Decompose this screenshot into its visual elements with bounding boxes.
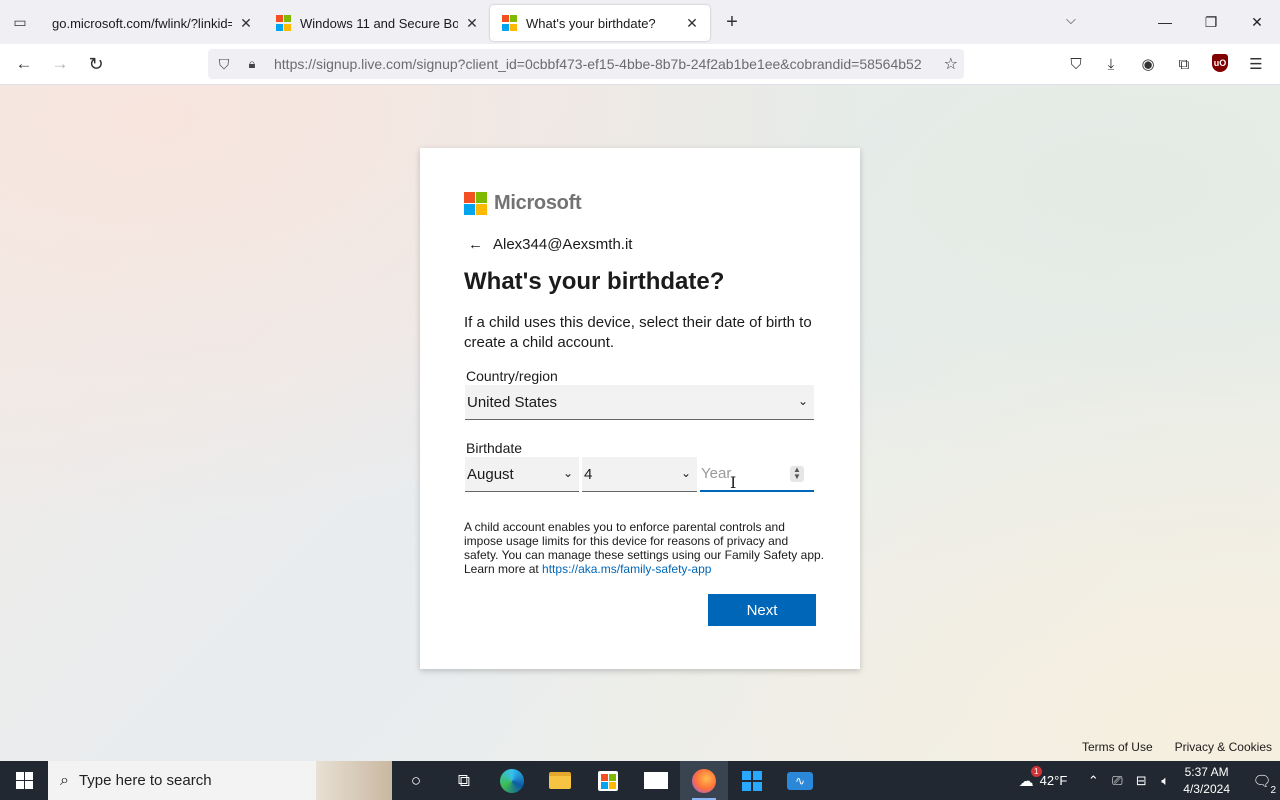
clock-time: 5:37 AM	[1184, 764, 1229, 779]
reload-icon[interactable]: ↻	[84, 52, 108, 76]
url-text[interactable]: https://signup.live.com/signup?client_id…	[274, 56, 928, 72]
country-label: Country/region	[466, 368, 558, 384]
close-window-icon[interactable]: ✕	[1234, 0, 1280, 44]
close-tab-icon[interactable]: ✕	[238, 15, 254, 32]
notification-center-icon[interactable]: 🗨︎ 2	[1244, 772, 1280, 796]
address-bar[interactable]: ⛉ 🔒︎ https://signup.live.com/signup?clie…	[208, 49, 964, 79]
text-cursor-icon: I	[730, 473, 737, 492]
tab-birthdate[interactable]: What's your birthdate? ✕	[490, 5, 710, 41]
windows-start-icon	[15, 772, 33, 789]
network-icon[interactable]: ⊟	[1129, 773, 1153, 789]
footer-links: Terms of Use Privacy & Cookies	[1060, 740, 1272, 754]
menu-hamburger-icon[interactable]: ☰	[1246, 54, 1266, 74]
task-view-icon[interactable]: ⧉	[440, 761, 488, 800]
logo-red-square	[464, 192, 475, 203]
child-account-info: A child account enables you to enforce p…	[464, 520, 824, 576]
close-tab-icon[interactable]: ✕	[684, 15, 700, 32]
country-value: United States	[467, 393, 558, 411]
birth-month-select[interactable]: August ⌄	[465, 457, 579, 492]
show-hidden-icons-chevron-icon[interactable]: ⌃	[1081, 773, 1105, 789]
temperature[interactable]: 42°F	[1040, 773, 1068, 788]
privacy-cookies-link[interactable]: Privacy & Cookies	[1175, 740, 1272, 754]
mail-icon[interactable]	[632, 761, 680, 800]
search-highlight-image	[316, 761, 392, 800]
birth-year-input[interactable]: Year ▲ ▼	[700, 457, 814, 492]
page-title: What's your birthdate?	[464, 268, 725, 295]
tab-title: Windows 11 and Secure Boot - M	[300, 15, 458, 31]
year-placeholder: Year	[701, 465, 732, 482]
family-safety-link[interactable]: https://aka.ms/family-safety-app	[542, 562, 711, 576]
clock-date: 4/3/2024	[1183, 781, 1230, 796]
clock[interactable]: 5:37 AM 4/3/2024	[1183, 764, 1230, 798]
taskbar: ⌕ Type here to search ○ ⧉ ∿ ☁ 1 42°F ⌃ ⎚ …	[0, 761, 1280, 800]
tab-windows11-secure-boot[interactable]: Windows 11 and Secure Boot - M ✕	[264, 5, 490, 41]
logo-green-square	[476, 192, 487, 203]
start-button[interactable]	[0, 761, 48, 800]
list-all-tabs-chevron-icon[interactable]: ⌵	[1066, 12, 1076, 28]
pocket-icon[interactable]: ⛉	[1066, 54, 1086, 74]
back-arrow-icon[interactable]: ←	[12, 52, 36, 76]
notification-count: 2	[1270, 784, 1276, 796]
minimize-icon[interactable]: —	[1142, 0, 1188, 44]
chevron-down-icon: ⌄	[680, 466, 691, 480]
chevron-down-icon: ⌄	[562, 466, 573, 480]
terms-of-use-link[interactable]: Terms of Use	[1082, 740, 1153, 754]
health-monitor-icon[interactable]: ∿	[776, 761, 824, 800]
downloads-icon[interactable]: ⤓	[1101, 54, 1121, 74]
ublock-origin-icon[interactable]: uO	[1212, 54, 1228, 72]
page-description: If a child uses this device, select thei…	[464, 314, 812, 351]
window-controls: — ❐ ✕	[1142, 0, 1280, 44]
microsoft-store-icon[interactable]	[584, 761, 632, 800]
system-tray: ☁ 1 42°F ⌃ ⎚ ⊟ 🔈︎ 5:37 AM 4/3/2024 🗨︎ 2	[1019, 761, 1280, 800]
close-tab-icon[interactable]: ✕	[464, 15, 480, 32]
weather-badge: 1	[1030, 765, 1042, 777]
tab-list-icon[interactable]: ▭	[0, 0, 40, 44]
birth-day-select[interactable]: 4 ⌄	[582, 457, 697, 492]
forward-arrow-icon[interactable]: →	[48, 52, 72, 76]
day-value: 4	[584, 465, 593, 483]
volume-muted-icon[interactable]: 🔈︎	[1153, 773, 1177, 789]
logo-blue-square	[464, 204, 475, 215]
meet-now-icon[interactable]: ⎚	[1105, 773, 1129, 789]
identity-email: Alex344@Aexsmth.it	[493, 236, 633, 253]
next-button[interactable]: Next	[708, 594, 816, 626]
birthdate-label: Birthdate	[466, 440, 523, 456]
back-arrow-icon[interactable]: ←	[468, 236, 483, 253]
identity-banner[interactable]: ← Alex344@Aexsmth.it	[468, 236, 632, 253]
restore-icon[interactable]: ❐	[1188, 0, 1234, 44]
search-placeholder: Type here to search	[78, 772, 212, 789]
microsoft-logo-icon	[464, 192, 487, 215]
tab-fwlink[interactable]: go.microsoft.com/fwlink/?linkid=2 ✕	[40, 5, 264, 41]
firefox-icon[interactable]	[680, 761, 728, 800]
account-icon[interactable]: ◉	[1138, 54, 1158, 74]
chevron-down-icon: ⌄	[797, 394, 808, 408]
year-spinner-icon[interactable]: ▲ ▼	[790, 466, 804, 482]
tab-strip: ▭ go.microsoft.com/fwlink/?linkid=2 ✕ Wi…	[0, 0, 1280, 44]
country-select[interactable]: United States ⌄	[465, 385, 814, 420]
navigation-toolbar: ← → ↻ ⛉ 🔒︎ https://signup.live.com/signu…	[0, 44, 1280, 85]
taskbar-search-box[interactable]: ⌕ Type here to search	[48, 761, 392, 800]
extensions-icon[interactable]: ⧉	[1174, 54, 1194, 74]
month-value: August	[467, 465, 514, 483]
lock-icon[interactable]: 🔒︎	[244, 56, 260, 72]
windows-app-icon[interactable]	[728, 761, 776, 800]
file-explorer-icon[interactable]	[536, 761, 584, 800]
microsoft-favicon-icon	[276, 15, 292, 31]
microsoft-favicon-icon	[502, 15, 518, 31]
logo-yellow-square	[476, 204, 487, 215]
signup-card: Microsoft ← Alex344@Aexsmth.it What's yo…	[420, 148, 860, 669]
microsoft-logo: Microsoft	[464, 192, 582, 215]
tab-title: go.microsoft.com/fwlink/?linkid=2	[52, 15, 232, 31]
cortana-icon[interactable]: ○	[392, 761, 440, 800]
tab-title: What's your birthdate?	[526, 15, 656, 31]
weather-cloud-icon[interactable]: ☁ 1	[1019, 765, 1042, 790]
microsoft-wordmark: Microsoft	[494, 192, 582, 214]
tracking-shield-icon[interactable]: ⛉	[216, 56, 232, 73]
bookmark-star-icon[interactable]: ☆	[944, 54, 958, 74]
new-tab-plus-icon[interactable]: +	[712, 11, 752, 34]
page-background: Microsoft ← Alex344@Aexsmth.it What's yo…	[0, 85, 1280, 761]
search-icon: ⌕	[60, 771, 69, 789]
edge-browser-icon[interactable]	[488, 761, 536, 800]
